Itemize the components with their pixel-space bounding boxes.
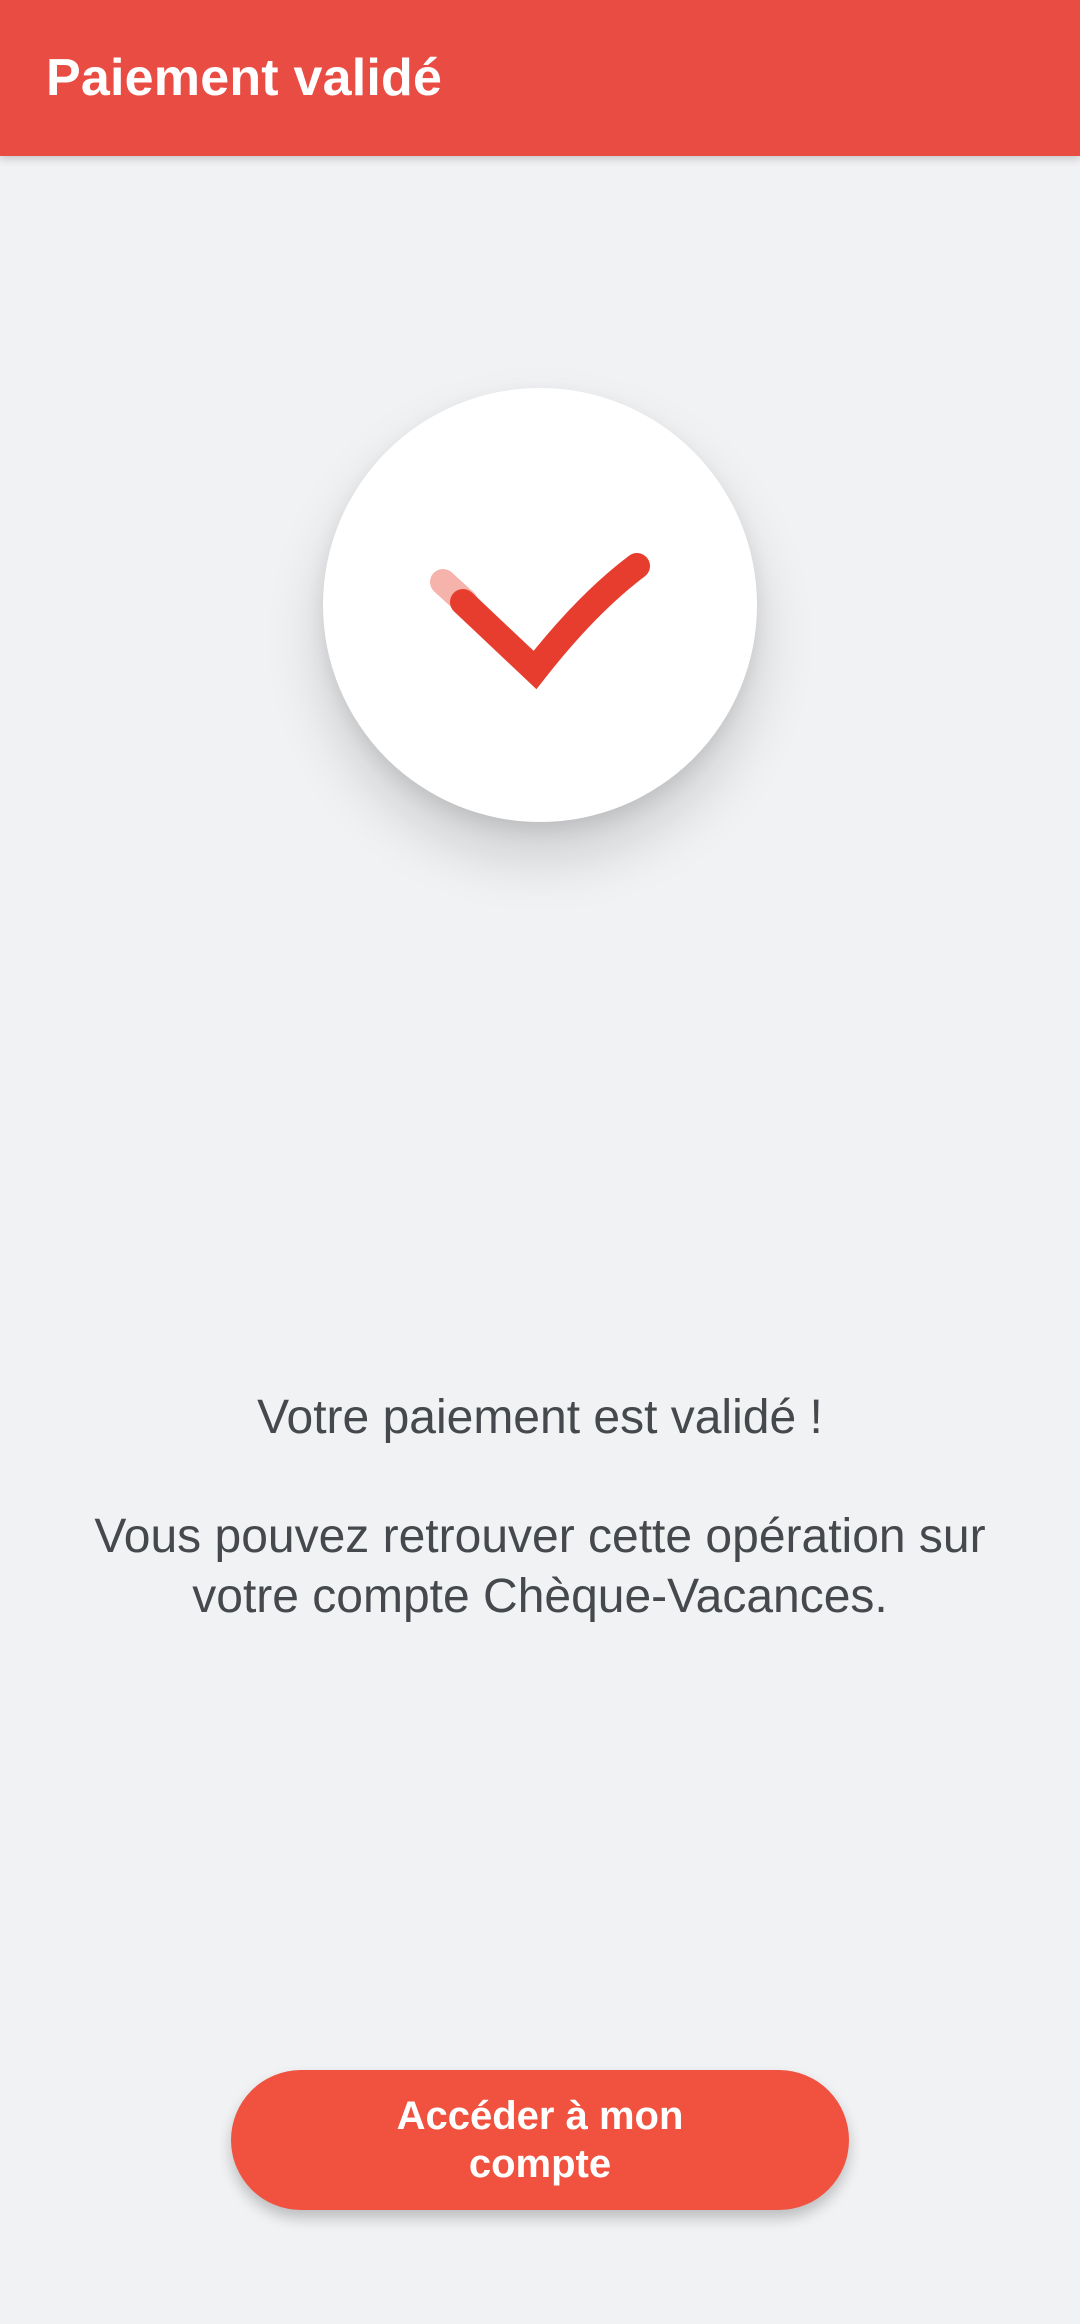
success-badge [323,388,757,822]
success-message-title: Votre paiement est validé ! [257,1391,823,1444]
access-account-button[interactable]: Accéder à mon compte [231,2070,849,2210]
checkmark-icon [430,553,650,690]
success-message-body: Vous pouvez retrouver cette opération su… [94,1510,986,1623]
page-title: Paiement validé [46,49,443,107]
app-bar: Paiement validé [0,0,1080,156]
